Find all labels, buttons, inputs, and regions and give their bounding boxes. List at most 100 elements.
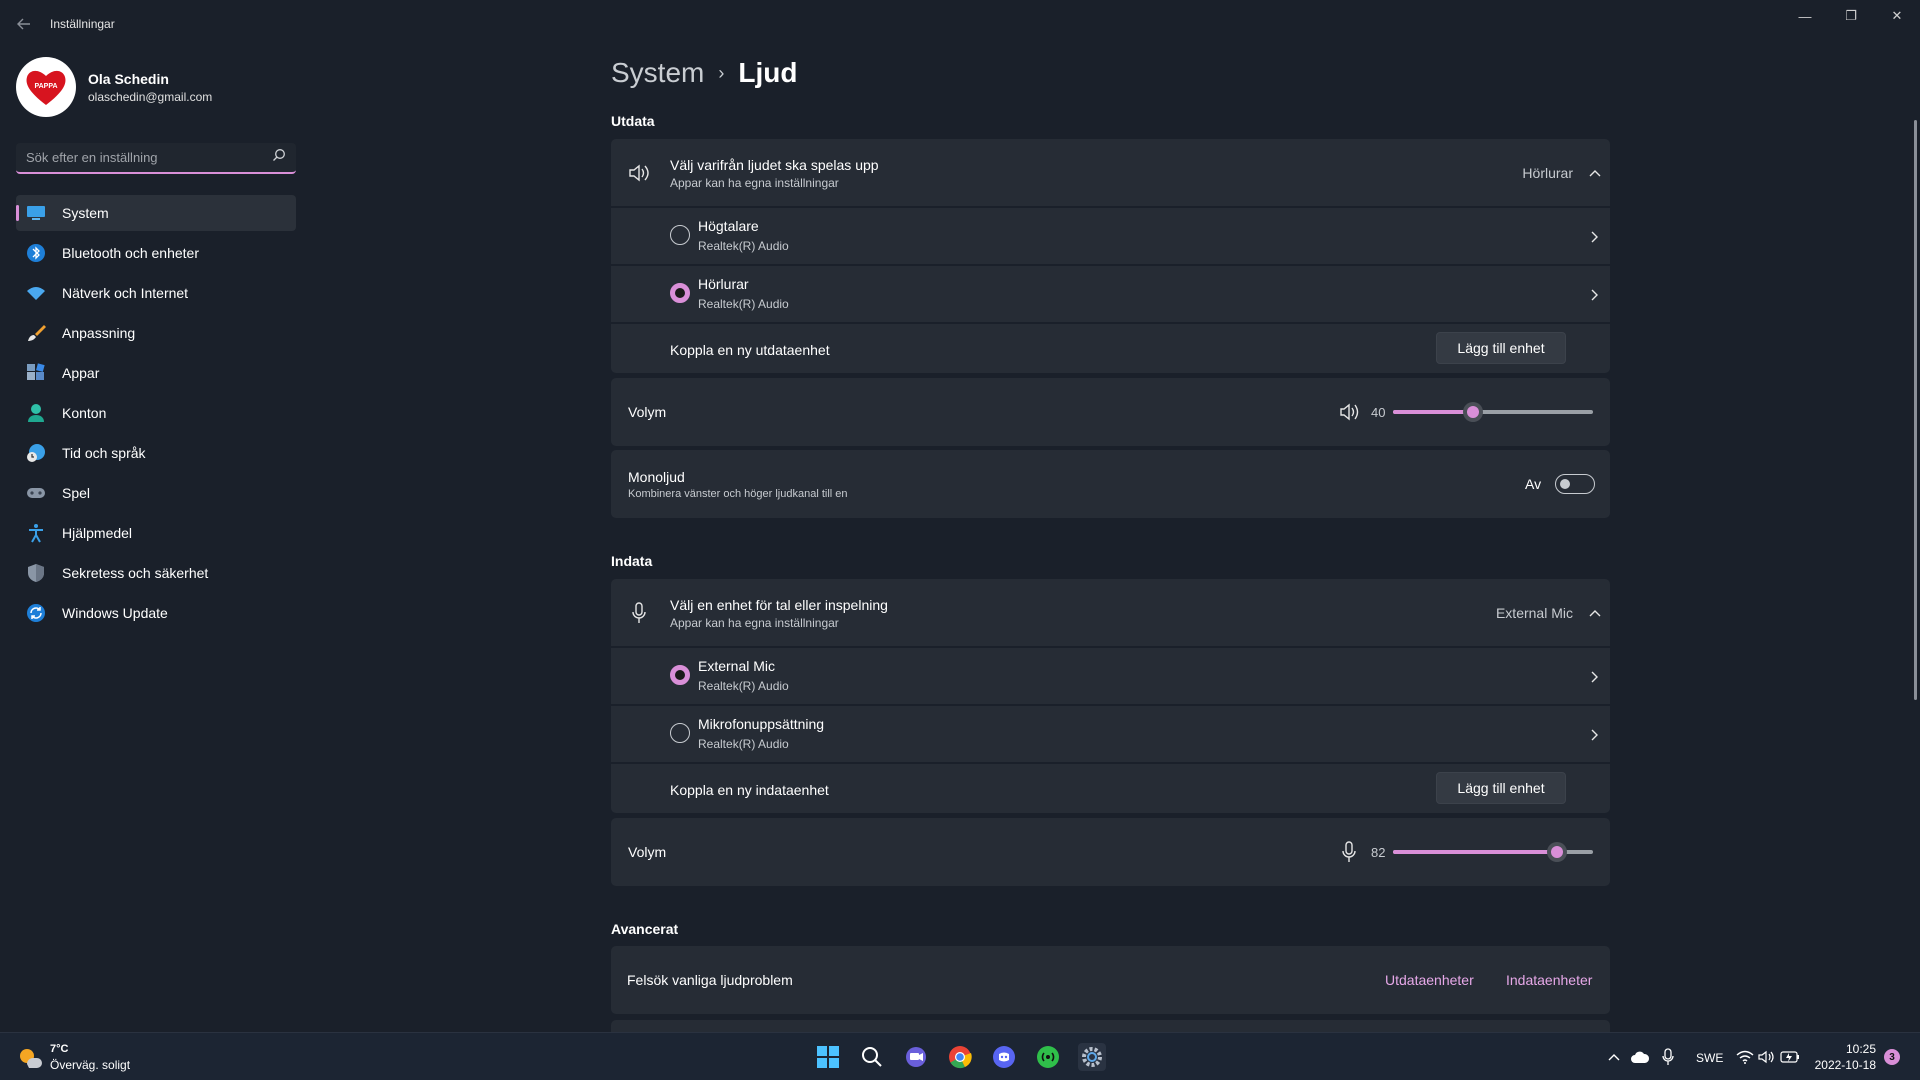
sidebar-item-accounts[interactable]: Konton [16,395,296,431]
input-devices-link[interactable]: Indataenheter [1506,972,1592,988]
display-icon [26,203,46,223]
output-connect-label: Koppla en ny utdataenhet [670,342,830,358]
add-output-device-button[interactable]: Lägg till enhet [1436,332,1566,364]
taskbar: 7°C Överväg. soligt SWE 10:25 2022-10-18… [0,1032,1920,1080]
clock-globe-icon [26,443,46,463]
microphone-icon[interactable] [1337,840,1361,864]
mono-audio-title: Monoljud [628,469,685,485]
mono-audio-toggle[interactable] [1555,474,1595,494]
mono-audio-state: Av [1525,476,1542,492]
user-profile[interactable]: PAPPA Ola Schedin olaschedin@gmail.com [16,57,212,117]
apps-icon [26,363,46,383]
discord-icon[interactable] [990,1043,1018,1071]
output-device-radio[interactable] [670,225,690,245]
clock-time[interactable]: 10:25 [1820,1042,1876,1056]
output-devices-link[interactable]: Utdataenheter [1385,972,1474,988]
output-volume-label: Volym [628,404,667,420]
chevron-right-icon[interactable] [1585,285,1605,305]
notification-badge[interactable]: 3 [1884,1049,1900,1065]
minimize-button[interactable]: — [1782,0,1828,32]
output-volume-value: 40 [1371,405,1386,420]
input-device-radio[interactable] [670,665,690,685]
output-device-card: Välj varifrån ljudet ska spelas upp Appa… [611,139,1610,373]
sidebar-item-accessibility[interactable]: Hjälpmedel [16,515,296,551]
settings-gear-icon[interactable] [1078,1043,1106,1071]
search-input[interactable] [26,150,272,165]
output-device-chooser[interactable]: Välj varifrån ljudet ska spelas upp Appa… [611,139,1610,206]
sidebar-item-label: Hjälpmedel [62,525,133,541]
clock-date[interactable]: 2022-10-18 [1812,1058,1876,1072]
chevron-up-icon[interactable] [1585,603,1605,623]
search-icon[interactable] [272,148,286,167]
sidebar-item-apps[interactable]: Appar [16,355,296,391]
output-device-radio[interactable] [670,283,690,303]
weather-sun-icon[interactable] [16,1043,44,1071]
device-name: External Mic [698,658,776,674]
wifi-icon[interactable] [1734,1043,1756,1071]
microphone-icon[interactable] [1656,1043,1680,1071]
slider-thumb[interactable] [1463,402,1483,422]
input-device-row[interactable]: Mikrofonuppsättning Realtek(R) Audio [611,704,1610,762]
maximize-button[interactable]: ❐ [1828,0,1874,32]
weather-desc[interactable]: Överväg. soligt [50,1058,130,1072]
weather-temp[interactable]: 7°C [50,1043,68,1055]
language-indicator[interactable]: SWE [1696,1051,1723,1065]
chevron-right-icon[interactable] [1585,667,1605,687]
input-device-row[interactable]: External Mic Realtek(R) Audio [611,646,1610,704]
chevron-up-icon[interactable] [1604,1043,1624,1071]
back-arrow-icon[interactable] [12,12,36,36]
close-icon: ✕ [1891,8,1903,23]
sidebar-nav: System Bluetooth och enheter Nätverk och… [16,195,296,635]
teams-chat-icon[interactable] [902,1043,930,1071]
profile-name: Ola Schedin [88,70,169,87]
sidebar-item-time-language[interactable]: Tid och språk [16,435,296,471]
breadcrumb: System › Ljud [611,57,797,89]
input-volume-slider[interactable] [1393,842,1593,862]
sidebar-item-network[interactable]: Nätverk och Internet [16,275,296,311]
chrome-icon[interactable] [946,1043,974,1071]
input-connect-row: Koppla en ny indataenhet Lägg till enhet [611,762,1610,813]
sidebar-item-label: Nätverk och Internet [62,285,189,301]
close-button[interactable]: ✕ [1874,0,1920,32]
speaker-icon[interactable] [1337,400,1361,424]
chevron-right-icon[interactable] [1585,725,1605,745]
chevron-up-icon[interactable] [1585,163,1605,183]
sidebar-item-privacy[interactable]: Sekretess och säkerhet [16,555,296,591]
chevron-right-icon[interactable] [1585,227,1605,247]
windows-start-icon[interactable] [814,1043,842,1071]
sidebar-item-label: Bluetooth och enheter [62,245,199,261]
battery-icon[interactable] [1778,1043,1802,1071]
output-device-row[interactable]: Hörlurar Realtek(R) Audio [611,264,1610,322]
slider-thumb[interactable] [1547,842,1567,862]
input-chooser-title: Välj en enhet för tal eller inspelning [670,597,888,613]
device-name: Högtalare [698,218,759,234]
add-input-device-button[interactable]: Lägg till enhet [1436,772,1566,804]
onedrive-cloud-icon[interactable] [1628,1043,1652,1071]
gamepad-icon [26,483,46,503]
output-device-row[interactable]: Högtalare Realtek(R) Audio [611,206,1610,264]
input-device-radio[interactable] [670,723,690,743]
sidebar-item-windows-update[interactable]: Windows Update [16,595,296,631]
sidebar-item-system[interactable]: System [16,195,296,231]
next-card-partial [611,1020,1610,1032]
sidebar-item-label: Anpassning [62,325,136,341]
sidebar-item-personalization[interactable]: Anpassning [16,315,296,351]
sidebar-item-label: Appar [62,365,100,381]
volume-icon[interactable] [1756,1043,1778,1071]
sidebar-item-bluetooth[interactable]: Bluetooth och enheter [16,235,296,271]
device-name: Hörlurar [698,276,749,292]
avatar: PAPPA [16,57,76,117]
search-icon[interactable] [858,1043,886,1071]
sidebar-item-gaming[interactable]: Spel [16,475,296,511]
search-box[interactable] [16,143,296,174]
scrollbar-thumb[interactable] [1914,120,1917,700]
device-driver: Realtek(R) Audio [698,297,789,311]
person-icon [26,403,46,423]
breadcrumb-parent[interactable]: System [611,57,704,89]
input-device-chooser[interactable]: Välj en enhet för tal eller inspelning A… [611,579,1610,646]
device-driver: Realtek(R) Audio [698,737,789,751]
output-volume-slider[interactable] [1393,402,1593,422]
output-connect-row: Koppla en ny utdataenhet Lägg till enhet [611,322,1610,373]
brush-icon [26,323,46,343]
podcast-app-icon[interactable] [1034,1043,1062,1071]
